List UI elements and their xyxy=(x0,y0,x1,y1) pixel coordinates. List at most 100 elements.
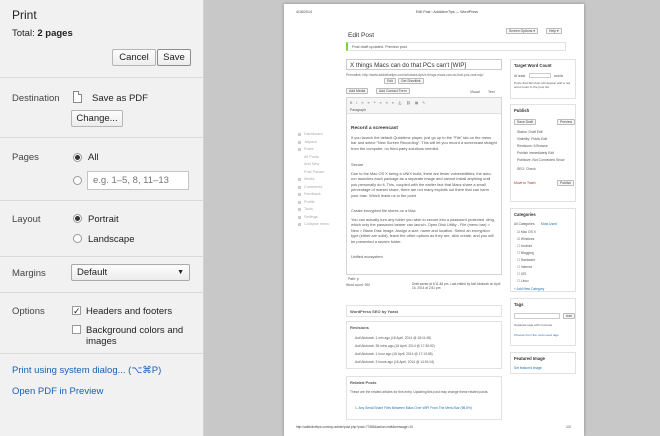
total-pages: Total: 2 pages xyxy=(12,28,73,39)
wp-menu-item: Posts xyxy=(298,147,332,155)
category-item: ☐ Linux xyxy=(517,279,529,283)
move-to-trash-link: Move to Trash xyxy=(514,181,536,185)
featured-image-box: Featured Image Set featured image xyxy=(510,352,576,374)
tags-input xyxy=(514,313,560,319)
cancel-button[interactable]: Cancel xyxy=(112,49,156,66)
change-destination-button[interactable]: Change... xyxy=(71,110,123,127)
related-posts-title: Related Posts xyxy=(350,380,377,385)
category-item: ☐ Hardware xyxy=(517,258,536,262)
visual-tab: Visual xyxy=(470,90,480,94)
print-settings-panel: Print Total: 2 pages Cancel Save Destina… xyxy=(0,0,204,436)
print-title: Print xyxy=(12,8,37,22)
revisions-box: Revisions Asif Abdurab, 1 min ago (16 Ap… xyxy=(346,321,502,369)
edit-post-heading: Edit Post xyxy=(348,32,375,39)
wp-menu-item: Tools xyxy=(298,207,332,215)
revision-row: Asif Abdurab, 1 hour ago (16 April, 2014… xyxy=(355,352,433,356)
save-button[interactable]: Save xyxy=(157,49,191,66)
layout-portrait-radio[interactable] xyxy=(73,214,82,223)
status-row: Status: Draft Edit xyxy=(517,130,543,134)
seo-check-row: SEO: Check xyxy=(517,167,536,171)
page-footer-number: 1/2 xyxy=(566,425,571,429)
dropdown-arrow-icon: ▼ xyxy=(177,269,184,276)
post-title-text: X things Macs can do that PCs can't [WIP… xyxy=(350,62,467,69)
divider xyxy=(0,200,203,201)
add-new-category-link: + Add New Category xyxy=(514,287,545,291)
wp-menu-item: Feedback xyxy=(298,192,332,200)
related-posts-box: Related Posts These are the related arti… xyxy=(346,376,502,420)
tags-choose-link: Choose from the most used tags xyxy=(514,333,559,337)
tags-note: Separate tags with commas xyxy=(514,323,553,327)
pdf-document-icon xyxy=(73,91,82,103)
categories-box: Categories All Categories Most Used ☑ Ma… xyxy=(510,208,576,292)
featured-image-title: Featured Image xyxy=(514,356,545,361)
revisions-row: Revisions: 6 Browse xyxy=(517,144,548,148)
content-heading: Record a screencast xyxy=(351,126,398,131)
layout-label: Layout xyxy=(12,214,41,225)
save-draft-button: Save Draft xyxy=(514,119,537,125)
category-item: ☐ Android xyxy=(517,244,533,248)
content-paragraph-2: Due to the Mac OS X being a UNIX build, … xyxy=(351,171,492,198)
destination-label: Destination xyxy=(12,93,60,104)
related-posts-note: These are the related articles for this … xyxy=(350,390,489,394)
text-tab: Text xyxy=(488,90,495,94)
pages-range-input[interactable] xyxy=(87,171,189,190)
publish-box: Publish Save Draft Preview Status: Draft… xyxy=(510,104,576,202)
wp-menu-item: Post Pauser xyxy=(304,169,325,174)
help-button: Help ▾ xyxy=(546,28,562,34)
content-unified: Unified ecosystem xyxy=(351,254,383,259)
seo-box-title: WordPress SEO by Yoast xyxy=(350,309,399,314)
margins-value: Default xyxy=(77,267,108,278)
divider xyxy=(0,292,203,293)
words-label: words xyxy=(554,74,564,78)
set-featured-image-link: Set featured image xyxy=(514,366,542,370)
tags-title: Tags xyxy=(514,302,524,307)
category-item: ☑ Windows xyxy=(517,237,535,241)
categories-title: Categories xyxy=(514,212,536,217)
publish-title: Publish xyxy=(514,108,530,113)
wp-menu-item: Settings xyxy=(298,215,332,223)
content-create: Create encrypted file stores on a Mac xyxy=(351,208,416,213)
paragraph-select: Paragraph xyxy=(350,108,366,112)
margins-select[interactable]: Default ▼ xyxy=(71,264,190,281)
publish-time-row: Publish immediately Edit xyxy=(517,151,554,155)
background-graphics-checkbox[interactable] xyxy=(72,325,81,334)
all-categories-tab: All Categories xyxy=(514,222,535,226)
print-preview-area[interactable]: 4/16/2014 Edit Post ‹ AddictiveTips — Wo… xyxy=(204,0,660,436)
category-item: ☐ Internet xyxy=(517,265,533,269)
system-dialog-link[interactable]: Print using system dialog... (⌥⌘P) xyxy=(12,365,161,376)
tags-box: Tags Add Separate tags with commas Choos… xyxy=(510,298,576,346)
open-pdf-preview-link[interactable]: Open PDF in Preview xyxy=(12,386,103,397)
pages-label: Pages xyxy=(12,152,39,163)
wp-menu-item: Jetpack xyxy=(298,140,332,148)
publish-button: Publish xyxy=(557,180,575,186)
layout-landscape-label: Landscape xyxy=(88,234,135,245)
divider xyxy=(0,353,203,354)
most-used-tab: Most Used xyxy=(541,222,557,226)
permalink: Permalink: http://www.addictivetips.com/… xyxy=(346,73,484,77)
target-word-count-title: Target Word Count xyxy=(514,63,552,68)
editor-path: Path: p xyxy=(348,277,359,281)
pages-all-radio[interactable] xyxy=(73,153,82,162)
preview-button: Preview xyxy=(557,119,576,125)
headers-footers-label: Headers and footers xyxy=(86,306,173,317)
category-item: ☑ Mac OS X xyxy=(517,230,536,234)
page-header-date: 4/16/2014 xyxy=(296,10,312,14)
get-shortlink-button: Get Shortlink xyxy=(398,78,424,84)
post-title-field: X things Macs can do that PCs can't [WIP… xyxy=(346,59,502,70)
pages-custom-radio[interactable] xyxy=(73,176,82,185)
permalink-edit-button: Edit xyxy=(384,78,396,84)
layout-landscape-radio[interactable] xyxy=(73,234,82,243)
wp-menu-item: Comments xyxy=(298,185,332,193)
margins-label: Margins xyxy=(12,268,46,279)
background-graphics-label: Background colors and xyxy=(86,325,184,336)
tags-add-button: Add xyxy=(563,313,576,319)
preview-page: 4/16/2014 Edit Post ‹ AddictiveTips — Wo… xyxy=(284,4,584,436)
publicize-row: Publicize: Not Connected Show xyxy=(517,158,565,162)
wp-menu-item: Profile xyxy=(298,200,332,208)
wp-menu-item: Add New xyxy=(304,162,320,166)
divider xyxy=(0,137,203,138)
word-count: Word count: 992 xyxy=(346,283,371,287)
at-least-label: At least xyxy=(514,74,526,78)
screen-options-button: Screen Options ▾ xyxy=(506,28,539,34)
headers-footers-checkbox[interactable]: ✓ xyxy=(72,306,81,316)
